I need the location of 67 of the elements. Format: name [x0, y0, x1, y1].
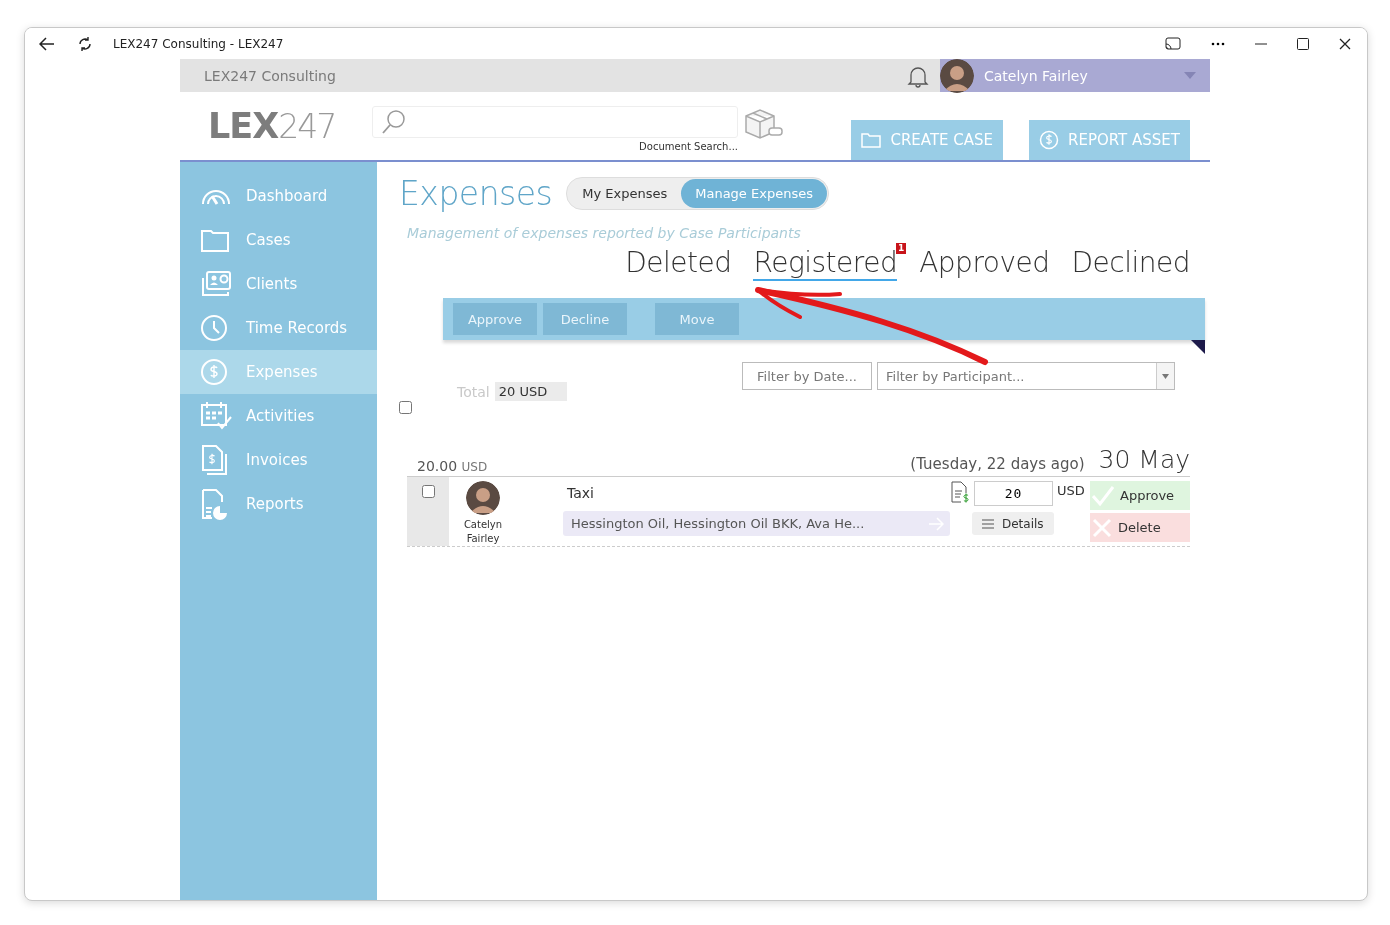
receipt-icon	[950, 481, 970, 503]
refresh-icon[interactable]	[77, 35, 93, 52]
view-toggle-option[interactable]: My Expenses	[568, 179, 682, 208]
back-arrow-icon[interactable]	[39, 36, 55, 51]
menu-icon	[982, 518, 994, 529]
group-total: 20.00 USD	[417, 458, 489, 474]
page-subtitle: Management of expenses reported by Case Participants	[407, 225, 802, 241]
cast-icon[interactable]	[1165, 36, 1181, 51]
folder-icon	[200, 227, 230, 253]
row-checkbox[interactable]	[421, 485, 435, 498]
contact-card-icon	[200, 270, 232, 298]
amount-field[interactable]: 20	[974, 481, 1053, 506]
page-title: Expenses	[399, 174, 553, 213]
expense-title: Taxi	[567, 485, 595, 501]
user-avatar	[940, 58, 974, 93]
group-day: (Tuesday, 22 days ago)	[910, 455, 1085, 473]
check-icon	[1092, 484, 1114, 507]
invoice-icon	[200, 444, 228, 476]
amount-currency: USD	[1057, 483, 1085, 498]
dropdown-caret-icon	[1162, 373, 1169, 379]
status-tab[interactable]: Deleted	[625, 246, 732, 281]
dollar-circle-icon	[200, 358, 228, 386]
report-icon	[200, 488, 228, 520]
user-menu[interactable]: Catelyn Fairley	[940, 59, 1210, 92]
cross-icon	[1092, 517, 1112, 538]
sidebar-item[interactable]: Cases	[180, 218, 377, 262]
minimize-icon[interactable]	[1255, 42, 1267, 45]
sidebar-item[interactable]: Clients	[180, 262, 377, 306]
person-name: Catelyn Fairley	[462, 518, 504, 546]
caret-icon	[1184, 72, 1196, 79]
status-tab[interactable]: Approved	[919, 246, 1050, 281]
clock-icon	[200, 314, 228, 342]
status-tab[interactable]: Declined	[1071, 246, 1190, 281]
delete-expense-button[interactable]: Delete	[1090, 513, 1190, 542]
participant-filter-dropdown[interactable]: Filter by Participant...	[877, 362, 1175, 390]
window-title: LEX247 Consulting - LEX247	[113, 36, 285, 51]
folder-icon	[861, 132, 882, 148]
document-search-field[interactable]	[372, 106, 738, 138]
details-button[interactable]: Details	[972, 512, 1054, 535]
status-tab[interactable]: Registered	[753, 246, 898, 281]
approve-expense-button[interactable]: Approve	[1090, 481, 1190, 510]
corner-fold-icon	[1191, 340, 1205, 354]
create-case-button[interactable]: CREATE CASE	[851, 120, 1004, 160]
date-filter-field[interactable]: Filter by Date...	[742, 362, 872, 390]
company-name: LEX247 Consulting	[203, 67, 337, 84]
sidebar-item[interactable]: Expenses	[180, 350, 377, 394]
maximize-icon[interactable]	[1297, 37, 1309, 50]
select-all-checkbox[interactable]	[399, 401, 412, 414]
dollar-circle-icon	[1039, 130, 1060, 150]
sidebar-item[interactable]: Activities	[180, 394, 377, 438]
person-avatar	[466, 481, 500, 515]
search-icon	[381, 109, 407, 135]
close-icon[interactable]	[1339, 37, 1351, 50]
sidebar-item[interactable]: Dashboard	[180, 174, 377, 218]
report-asset-button[interactable]: REPORT ASSET	[1029, 120, 1190, 160]
count-badge: 1	[895, 243, 907, 254]
group-date: 30 May	[1098, 446, 1190, 474]
search-caption: Document Search...	[639, 141, 738, 152]
more-icon[interactable]	[1211, 41, 1225, 46]
total-value: 20 USD	[494, 382, 568, 401]
sidebar-item[interactable]: Time Records	[180, 306, 377, 350]
view-toggle-option[interactable]: Manage Expenses	[681, 179, 827, 208]
calendar-check-icon	[200, 401, 232, 431]
case-link[interactable]: Hessington Oil, Hessington Oil BKK, Ava He...	[563, 511, 950, 536]
sidebar-item[interactable]: Reports	[180, 482, 377, 526]
lex247-logo: LEX247	[208, 106, 337, 146]
sidebar-item[interactable]: Invoices	[180, 438, 377, 482]
